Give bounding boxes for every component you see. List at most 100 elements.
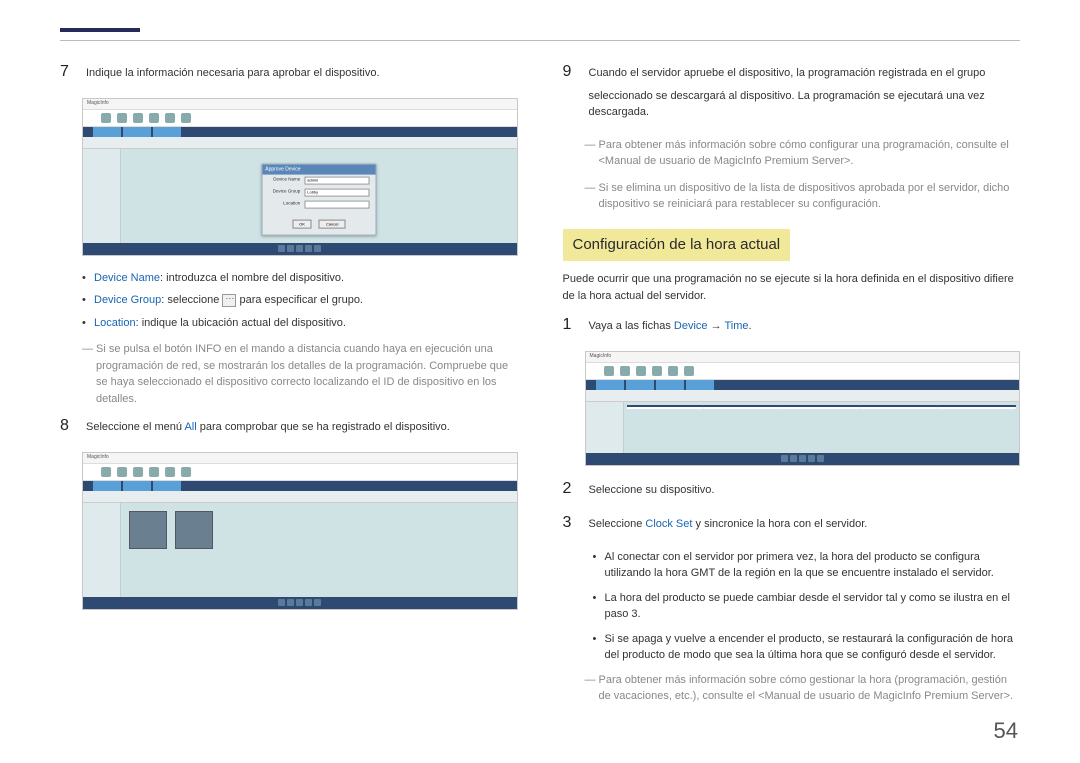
note: Si se pulsa el botón INFO en el mando a … — [82, 341, 518, 407]
right-column: 9 Cuando el servidor apruebe el disposit… — [563, 63, 1021, 715]
keyword: All — [184, 421, 196, 433]
bullet: Device Group: seleccione para especifica… — [82, 292, 518, 309]
toolbar-icon — [620, 366, 630, 376]
note: Para obtener más información sobre cómo … — [585, 137, 1021, 170]
keyword: Device — [674, 320, 708, 332]
step-number: 8 — [60, 417, 74, 442]
bullet: Device Name: introduzca el nombre del di… — [82, 270, 518, 287]
device-thumb — [175, 511, 213, 549]
toolbar — [83, 137, 517, 149]
sidebar — [83, 503, 121, 597]
header-rule — [60, 40, 1020, 41]
nav-tab — [153, 481, 181, 491]
toolbar-icon — [165, 467, 175, 477]
sidebar — [83, 149, 121, 243]
device-name-input[interactable] — [304, 176, 369, 184]
nav-tab — [93, 127, 121, 137]
location-input[interactable] — [304, 200, 369, 208]
toolbar-icon — [133, 467, 143, 477]
field-label: Device Name — [268, 177, 304, 184]
nav-tab — [656, 380, 684, 390]
keyword: Location — [94, 317, 136, 329]
step-text: Indique la información necesaria para ap… — [86, 65, 518, 82]
page-number: 54 — [994, 714, 1018, 747]
main-area — [121, 503, 517, 597]
toolbar — [586, 390, 1020, 402]
header-accent-bar — [60, 28, 140, 32]
step-9: 9 Cuando el servidor apruebe el disposit… — [563, 63, 1021, 127]
device-table — [627, 405, 1017, 410]
nav-tab — [626, 380, 654, 390]
cancel-button[interactable]: Cancel — [319, 219, 345, 228]
step-number: 2 — [563, 480, 577, 505]
field-label: Location — [268, 201, 304, 208]
toolbar-icon — [684, 366, 694, 376]
footer-bar — [586, 453, 1020, 465]
note: Para obtener más información sobre cómo … — [585, 672, 1021, 705]
bullet: Location: indique la ubicación actual de… — [82, 315, 518, 332]
app-title: MagicInfo — [590, 353, 612, 361]
step-7: 7 Indique la información necesaria para … — [60, 63, 518, 88]
step-number: 1 — [563, 316, 577, 341]
toolbar-icon — [181, 113, 191, 123]
app-title: MagicInfo — [87, 100, 109, 108]
step-1: 1 Vaya a las fichas Device → Time. — [563, 316, 1021, 341]
nav-tab — [686, 380, 714, 390]
keyword: Device Name — [94, 272, 160, 284]
bullet: Al conectar con el servidor por primera … — [593, 549, 1021, 582]
keyword: Device Group — [94, 294, 161, 306]
step-text: Vaya a las fichas Device → Time. — [589, 318, 1021, 335]
toolbar-icon — [101, 467, 111, 477]
screenshot-all-menu: MagicInfo — [82, 452, 518, 610]
left-column: 7 Indique la información necesaria para … — [60, 63, 518, 715]
app-title: MagicInfo — [87, 454, 109, 462]
screenshot-device-time: MagicInfo — [585, 351, 1021, 466]
step-number: 7 — [60, 63, 74, 88]
toolbar-icon — [668, 366, 678, 376]
ok-button[interactable]: OK — [292, 219, 312, 228]
screenshot-approve-device: MagicInfo Approve Device Device Name Dev… — [82, 98, 518, 256]
main-area — [624, 402, 1020, 453]
nav-tab — [123, 127, 151, 137]
step-number: 9 — [563, 63, 577, 127]
step-text: Cuando el servidor apruebe el dispositiv… — [589, 65, 1021, 82]
toolbar-icon — [117, 113, 127, 123]
footer-bar — [83, 597, 517, 609]
step-number: 3 — [563, 514, 577, 539]
device-group-input[interactable] — [304, 188, 369, 196]
device-thumb — [129, 511, 167, 549]
nav-tab — [153, 127, 181, 137]
keyword: Clock Set — [645, 518, 692, 530]
toolbar-icon — [604, 366, 614, 376]
step-text: seleccionado se descargará al dispositiv… — [589, 88, 1021, 121]
sidebar — [586, 402, 624, 453]
bullet: Si se apaga y vuelve a encender el produ… — [593, 631, 1021, 664]
dialog-title: Approve Device — [262, 164, 375, 174]
section-heading: Configuración de la hora actual — [563, 229, 791, 262]
toolbar-icon — [149, 467, 159, 477]
nav-tab — [596, 380, 624, 390]
toolbar-icon — [165, 113, 175, 123]
bullet: La hora del producto se puede cambiar de… — [593, 590, 1021, 623]
nav-tab — [93, 481, 121, 491]
note: Si se elimina un dispositivo de la lista… — [585, 180, 1021, 213]
toolbar-icon — [181, 467, 191, 477]
ellipsis-icon — [222, 294, 236, 307]
step7-bullets: Device Name: introduzca el nombre del di… — [82, 270, 518, 332]
toolbar-icon — [652, 366, 662, 376]
step-3: 3 Seleccione Clock Set y sincronice la h… — [563, 514, 1021, 539]
step-text: Seleccione Clock Set y sincronice la hor… — [589, 516, 1021, 533]
step-text: Seleccione el menú All para comprobar qu… — [86, 419, 518, 436]
toolbar — [83, 491, 517, 503]
step-text: Seleccione su dispositivo. — [589, 482, 1021, 499]
toolbar-icon — [636, 366, 646, 376]
field-label: Device Group — [268, 189, 304, 196]
section-intro: Puede ocurrir que una programación no se… — [563, 271, 1021, 304]
keyword: Time — [724, 320, 748, 332]
footer-bar — [83, 243, 517, 255]
step-2: 2 Seleccione su dispositivo. — [563, 480, 1021, 505]
toolbar-icon — [117, 467, 127, 477]
toolbar-icon — [149, 113, 159, 123]
step3-bullets: Al conectar con el servidor por primera … — [593, 549, 1021, 664]
toolbar-icon — [133, 113, 143, 123]
